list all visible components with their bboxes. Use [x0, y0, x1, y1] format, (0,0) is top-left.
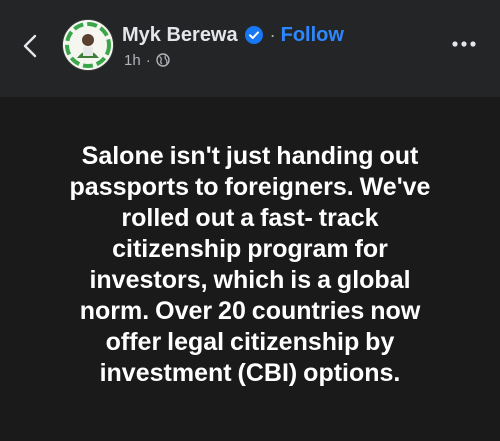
separator-dot: ·: [269, 24, 276, 45]
avatar-image: [63, 20, 113, 70]
post-body[interactable]: Salone isn't just handing out passports …: [0, 97, 500, 441]
post-text-line: Salone isn't just handing out: [81, 142, 419, 170]
post-text-line: norm. Over 20 countries now: [79, 297, 421, 325]
globe-icon[interactable]: [155, 53, 170, 67]
meta-separator: ·: [145, 51, 151, 69]
follow-button[interactable]: Follow: [281, 24, 344, 47]
back-button[interactable]: [12, 26, 48, 66]
verified-badge-icon: [244, 26, 263, 44]
author-row: Myk Berewa · Follow: [122, 22, 344, 48]
more-options-button[interactable]: [446, 32, 482, 56]
post-text-line: rolled out a fast- track: [121, 204, 379, 232]
post-text-line: investment (CBI) options.: [99, 359, 401, 387]
more-horizontal-icon: [452, 41, 476, 47]
post-timestamp[interactable]: 1h: [124, 52, 141, 69]
post-text-line: citizenship program for: [112, 235, 388, 263]
post-text-line: offer legal citizenship by: [105, 328, 395, 356]
post-text-line: passports to foreigners. We've: [69, 173, 431, 201]
chevron-left-icon: [23, 34, 37, 58]
post-header: Myk Berewa · Follow 1h ·: [0, 0, 500, 97]
post-meta: 1h ·: [124, 50, 170, 70]
author-name[interactable]: Myk Berewa: [122, 24, 238, 47]
avatar[interactable]: [62, 19, 114, 71]
post-text: Salone isn't just handing out passports …: [30, 141, 470, 389]
post-text-line: investors, which is a global: [89, 266, 411, 294]
